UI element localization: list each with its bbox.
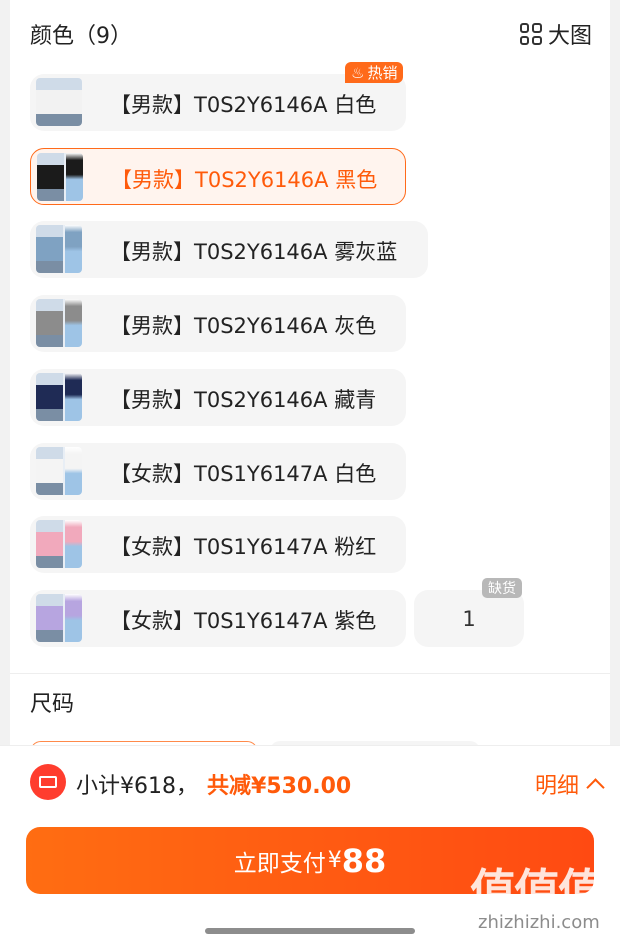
size-section-title: 尺码 xyxy=(30,692,75,717)
product-thumbnail xyxy=(36,447,82,495)
color-option-women-purple[interactable]: 【女款】T0S1Y6147A 紫色 xyxy=(30,590,406,647)
hot-badge: ♨ 热销 xyxy=(345,62,404,83)
section-divider xyxy=(10,673,610,674)
quantity-box[interactable]: 1 xyxy=(414,590,524,647)
color-option-women-pink[interactable]: 【女款】T0S1Y6147A 粉红 xyxy=(30,516,406,573)
out-of-stock-badge: 缺货 xyxy=(482,578,522,598)
color-option-label: 【男款】T0S2Y6146A 白色 xyxy=(110,93,377,117)
product-thumbnail xyxy=(36,299,82,347)
subtotal: 小计¥618， xyxy=(76,774,198,799)
pay-amount: 88 xyxy=(341,841,387,880)
color-option-men-fog-blue[interactable]: 【男款】T0S2Y6146A 雾灰蓝 xyxy=(30,221,428,278)
product-thumbnail xyxy=(36,78,82,126)
detail-toggle[interactable]: 明细 xyxy=(534,768,605,800)
color-option-label: 【女款】T0S1Y6147A 白色 xyxy=(110,462,377,486)
color-option-label: 【男款】T0S2Y6146A 藏青 xyxy=(110,388,377,412)
pay-label: 立即支付 xyxy=(233,850,326,877)
home-indicator xyxy=(205,928,415,934)
color-option-men-navy[interactable]: 【男款】T0S2Y6146A 藏青 xyxy=(30,369,406,426)
color-option-label: 【男款】T0S2Y6146A 灰色 xyxy=(110,314,377,338)
product-thumbnail xyxy=(36,520,82,568)
discount-total: 共减¥530.00 xyxy=(207,774,352,799)
detail-label: 明细 xyxy=(534,774,579,799)
product-thumbnail xyxy=(37,153,83,201)
grid-icon xyxy=(519,23,542,45)
color-option-label: 【男款】T0S2Y6146A 雾灰蓝 xyxy=(110,240,398,264)
color-option-men-black[interactable]: 【男款】T0S2Y6146A 黑色 xyxy=(30,148,406,205)
pay-currency: ¥ xyxy=(327,848,342,873)
coupon-icon[interactable] xyxy=(30,764,66,800)
color-option-women-white[interactable]: 【女款】T0S1Y6147A 白色 xyxy=(30,443,406,500)
big-view-toggle[interactable]: 大图 xyxy=(519,18,592,50)
color-option-label: 【女款】T0S1Y6147A 粉红 xyxy=(110,535,377,559)
color-section-title: 颜色（9） xyxy=(30,24,132,49)
watermark-url: zhizhizhi.com xyxy=(478,912,600,933)
product-thumbnail xyxy=(36,594,82,642)
color-option-men-grey[interactable]: 【男款】T0S2Y6146A 灰色 xyxy=(30,295,406,352)
flame-icon: ♨ xyxy=(351,63,365,82)
chevron-up-icon xyxy=(586,777,605,797)
quantity-value: 1 xyxy=(462,606,476,631)
color-option-label: 【女款】T0S1Y6147A 紫色 xyxy=(110,609,377,633)
color-option-label: 【男款】T0S2Y6146A 黑色 xyxy=(111,168,378,192)
big-view-label: 大图 xyxy=(547,24,592,49)
product-thumbnail xyxy=(36,373,82,421)
product-thumbnail xyxy=(36,225,82,273)
